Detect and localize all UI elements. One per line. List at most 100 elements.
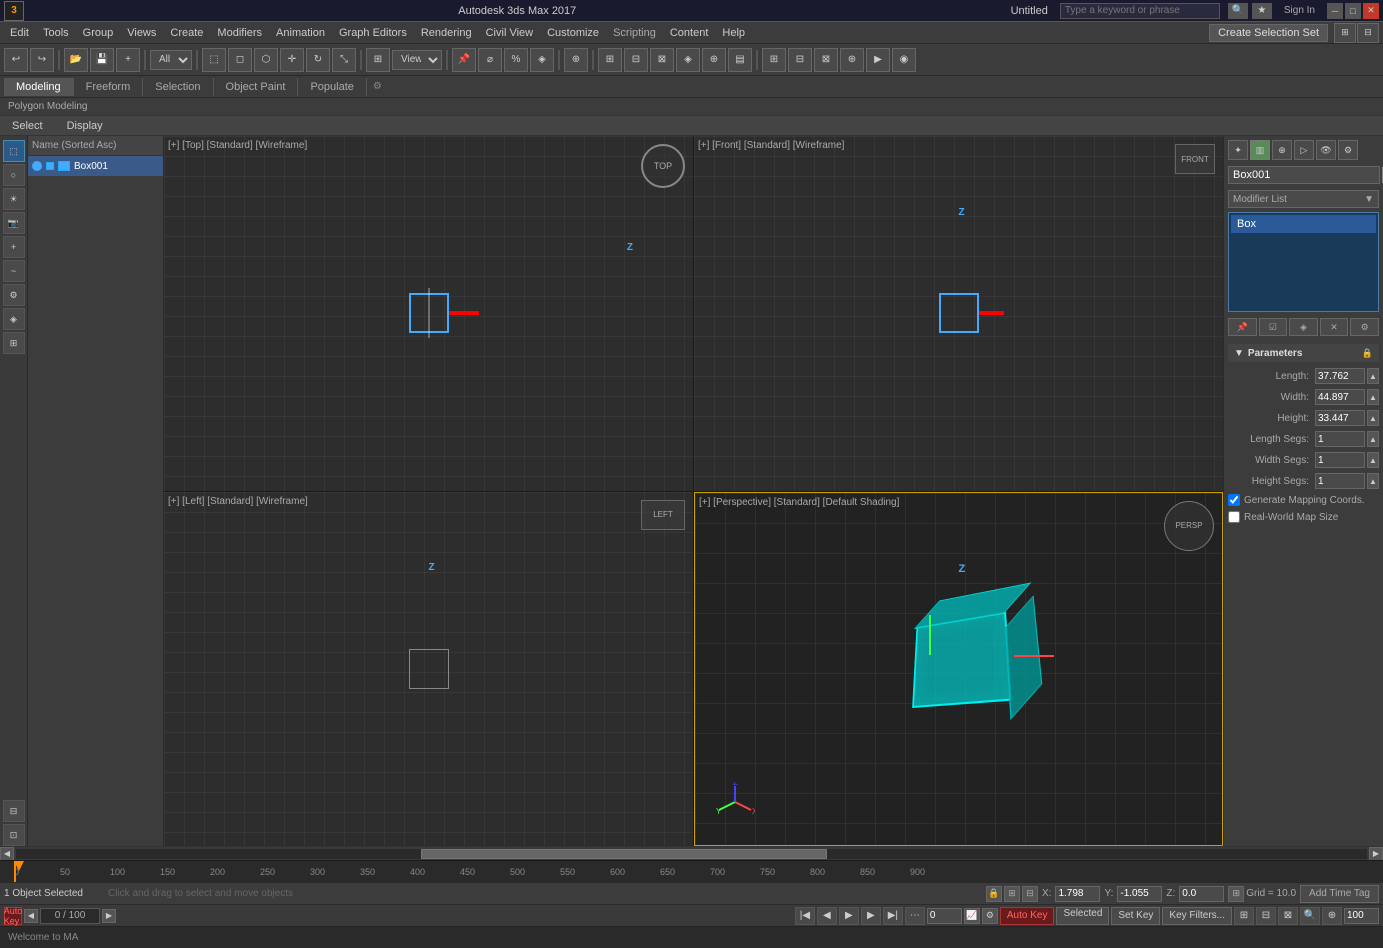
mini-curve-editor-btn[interactable]: 📈 <box>964 908 980 924</box>
align-to-view-btn[interactable]: ▤ <box>728 48 752 72</box>
tab-modeling[interactable]: Modeling <box>4 78 74 96</box>
viewport-nav-front[interactable]: FRONT <box>1175 144 1215 174</box>
layer-dropdown[interactable]: All <box>150 50 192 70</box>
redo-btn[interactable]: ↪ <box>30 48 54 72</box>
icon-systems[interactable]: ⚙ <box>3 284 25 306</box>
icon-bottom2[interactable]: ⊡ <box>3 824 25 846</box>
tab-settings[interactable]: ⚙ <box>367 78 388 95</box>
menu-create[interactable]: Create <box>164 25 209 41</box>
angle-snap-btn[interactable]: ⌀ <box>478 48 502 72</box>
star-btn[interactable]: ★ <box>1252 3 1272 19</box>
scroll-right-btn[interactable]: ▶ <box>1369 847 1383 861</box>
make-unique-btn[interactable]: ◈ <box>1289 318 1318 336</box>
width-input[interactable] <box>1315 389 1365 405</box>
anim-extra2[interactable]: ⊟ <box>1256 907 1276 925</box>
length-segs-input[interactable] <box>1315 431 1365 447</box>
width-segs-spinner[interactable]: ▲ <box>1367 452 1379 468</box>
key-mode-btn[interactable]: ⋯ <box>905 907 925 925</box>
grid-snap-btn[interactable]: ⊞ <box>1228 886 1244 902</box>
search-box[interactable] <box>1060 3 1220 19</box>
tab-selection[interactable]: Selection <box>143 78 213 96</box>
named-selection-btn[interactable]: ⊕ <box>564 48 588 72</box>
object-list-item[interactable]: Box001 <box>28 156 163 176</box>
viewport-nav-perspective[interactable]: PERSP <box>1164 501 1214 551</box>
viewport-nav-top[interactable]: TOP <box>641 144 685 188</box>
percent-snap-btn[interactable]: % <box>504 48 528 72</box>
height-input[interactable] <box>1315 410 1365 426</box>
move-btn[interactable]: ✛ <box>280 48 304 72</box>
add-time-tag-btn[interactable]: Add Time Tag <box>1300 885 1379 903</box>
subtab-display[interactable]: Display <box>63 118 107 134</box>
y-coord-input[interactable] <box>1117 886 1162 902</box>
active-shade-btn[interactable]: ◉ <box>892 48 916 72</box>
menu-content[interactable]: Content <box>664 25 715 41</box>
configure-modifier-sets-btn[interactable]: ⚙ <box>1350 318 1379 336</box>
undo-btn[interactable]: ↩ <box>4 48 28 72</box>
height-segs-input[interactable] <box>1315 473 1365 489</box>
viewport-config-btn[interactable]: ⊞ <box>366 48 390 72</box>
rotate-btn[interactable]: ↻ <box>306 48 330 72</box>
scroll-track[interactable] <box>16 849 1367 859</box>
show-end-result-btn[interactable]: ☑ <box>1259 318 1288 336</box>
icon-modifiers2[interactable]: ◈ <box>3 308 25 330</box>
tab-freeform[interactable]: Freeform <box>74 78 144 96</box>
create-panel-btn[interactable]: ✦ <box>1228 140 1248 160</box>
close-btn[interactable]: ✕ <box>1363 3 1379 19</box>
viewport-nav-left[interactable]: LEFT <box>641 500 685 530</box>
menu-graph-editors[interactable]: Graph Editors <box>333 25 413 41</box>
quick-align-btn[interactable]: ⊟ <box>624 48 648 72</box>
select-lasso-btn[interactable]: ⬡ <box>254 48 278 72</box>
auto-key-btn[interactable]: Auto Key <box>4 907 22 925</box>
real-world-checkbox[interactable] <box>1228 511 1240 523</box>
absolute-mode-btn[interactable]: ⊟ <box>1022 886 1038 902</box>
end-frame-input[interactable] <box>1344 908 1379 924</box>
icon-lights[interactable]: ☀ <box>3 188 25 210</box>
icon-camera[interactable]: 📷 <box>3 212 25 234</box>
object-name-input[interactable] <box>1228 166 1380 184</box>
menu-rendering[interactable]: Rendering <box>415 25 478 41</box>
tab-object-paint[interactable]: Object Paint <box>214 78 299 96</box>
scale-btn[interactable]: ⤡ <box>332 48 356 72</box>
go-end-btn[interactable]: ▶| <box>883 907 903 925</box>
icon-bottom1[interactable]: ⊟ <box>3 800 25 822</box>
modify-panel-btn[interactable]: ▥ <box>1250 140 1270 160</box>
modifier-box[interactable]: Box <box>1231 215 1376 233</box>
icon-scene[interactable]: ⊞ <box>3 332 25 354</box>
search-btn[interactable]: 🔍 <box>1228 3 1248 19</box>
subtab-select[interactable]: Select <box>8 118 47 134</box>
length-spinner-up[interactable]: ▲ <box>1367 368 1379 384</box>
hierarchy-panel-btn[interactable]: ⊕ <box>1272 140 1292 160</box>
menu-civil-view[interactable]: Civil View <box>480 25 539 41</box>
normal-align-btn[interactable]: ⊠ <box>650 48 674 72</box>
menu-group[interactable]: Group <box>77 25 120 41</box>
viewport-left[interactable]: [+] [Left] [Standard] [Wireframe] Z LEFT <box>164 492 693 847</box>
set-key-btn[interactable]: Set Key <box>1111 907 1160 925</box>
align-btn[interactable]: ⊞ <box>598 48 622 72</box>
minimize-btn[interactable]: ─ <box>1327 3 1343 19</box>
snap-btn[interactable]: 📌 <box>452 48 476 72</box>
motion-panel-btn[interactable]: ▷ <box>1294 140 1314 160</box>
render-frame-btn[interactable]: ▶ <box>866 48 890 72</box>
height-segs-spinner[interactable]: ▲ <box>1367 473 1379 489</box>
width-spinner-up[interactable]: ▲ <box>1367 389 1379 405</box>
remove-modifier-btn[interactable]: ✕ <box>1320 318 1349 336</box>
menu-modifiers[interactable]: Modifiers <box>211 25 268 41</box>
scroll-left-btn[interactable]: ◀ <box>0 847 14 861</box>
key-filters-btn[interactable]: Key Filters... <box>1162 907 1232 925</box>
prev-frame-btn[interactable]: ◀ <box>817 907 837 925</box>
x-coord-input[interactable] <box>1055 886 1100 902</box>
sign-in-link[interactable]: Sign In <box>1276 5 1323 16</box>
frame-scroll-left[interactable]: ◀ <box>24 909 38 923</box>
select-region-btn[interactable]: ◻ <box>228 48 252 72</box>
icon-spacewarps[interactable]: ~ <box>3 260 25 282</box>
menu-edit[interactable]: Edit <box>4 25 35 41</box>
anim-extra1[interactable]: ⊞ <box>1234 907 1254 925</box>
icon-helpers[interactable]: + <box>3 236 25 258</box>
material-btn[interactable]: ⊠ <box>814 48 838 72</box>
height-spinner-up[interactable]: ▲ <box>1367 410 1379 426</box>
width-segs-input[interactable] <box>1315 452 1365 468</box>
render-setup-btn[interactable]: ⊕ <box>840 48 864 72</box>
display-panel-btn[interactable]: 👁 <box>1316 140 1336 160</box>
tab-populate[interactable]: Populate <box>298 78 366 96</box>
layer-mgr-btn[interactable]: ⊞ <box>762 48 786 72</box>
